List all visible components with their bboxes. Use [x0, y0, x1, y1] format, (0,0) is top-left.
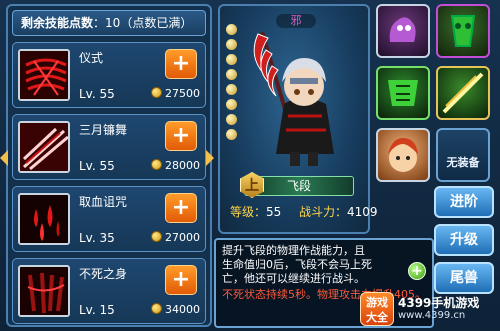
upgrade-skill-button[interactable]: + [165, 49, 197, 79]
star-icon [226, 84, 237, 95]
skill-points-label: 剩余技能点数 [21, 16, 94, 30]
skill-points-bar: 剩余技能点数：10（点数已满） [12, 10, 206, 36]
empty-equipment-label: 无装备 [446, 156, 480, 169]
coin-icon [151, 303, 162, 314]
skill-row-2[interactable]: 三月镰舞 Lv. 55 + 28000 [12, 114, 206, 180]
tooltip-plus-icon[interactable]: + [408, 262, 426, 280]
upgrade-button[interactable]: 升级 [434, 224, 494, 256]
purple-spirit-icon [389, 17, 416, 42]
equipment-slot-3[interactable] [376, 66, 430, 120]
scythe-dance-icon [18, 121, 70, 173]
power-label: 战斗力： [298, 205, 347, 219]
skill-cost: 27500 [151, 87, 200, 100]
coin-icon [151, 231, 162, 242]
skill-cost: 34000 [151, 303, 200, 316]
skill-name: 取血诅咒 [79, 195, 128, 209]
coin-icon [151, 87, 162, 98]
equipment-slot-empty[interactable]: 无装备 [436, 128, 490, 182]
advance-button[interactable]: 进阶 [434, 186, 494, 218]
skill-row-4[interactable]: 不死之身 Lv. 15 + 34000 [12, 258, 206, 324]
skill-cost: 28000 [151, 159, 200, 172]
level-value: 55 [266, 205, 282, 219]
skill-cost-value: 34000 [165, 303, 200, 316]
ritual-icon [18, 49, 70, 101]
skill-cost-value: 28000 [165, 159, 200, 172]
game-screen: 剩余技能点数：10（点数已满） 仪式 Lv. 55 + 27500 三月镰舞 L… [0, 0, 500, 331]
next-arrow-icon[interactable] [206, 150, 214, 166]
star-icon [226, 129, 237, 140]
coin-icon [151, 159, 162, 170]
star-icon [226, 54, 237, 65]
undying-body-icon [18, 265, 70, 317]
skill-cost-value: 27000 [165, 231, 200, 244]
equipment-slot-2[interactable] [436, 4, 490, 58]
equipment-slot-4[interactable] [436, 66, 490, 120]
skill-name: 仪式 [79, 51, 104, 65]
upgrade-skill-button[interactable]: + [165, 265, 197, 295]
star-icon [226, 114, 237, 125]
watermark-title: 4399手机游戏 [398, 296, 480, 310]
character-portrait [253, 31, 334, 166]
skill-points-colon: ： [93, 16, 106, 30]
star-icon [226, 24, 237, 35]
skill-points-note: （点数已满） [120, 16, 193, 30]
star-icon [226, 99, 237, 110]
skill-name: 三月镰舞 [79, 123, 128, 137]
prev-arrow-icon[interactable] [0, 150, 8, 166]
golden-blade-icon [442, 72, 484, 114]
skill-level: Lv. 15 [79, 303, 115, 317]
equipment-slot-1[interactable] [376, 4, 430, 58]
skill-row-1[interactable]: 仪式 Lv. 55 + 27500 [12, 42, 206, 108]
support-ninja-portrait-icon [388, 138, 418, 172]
watermark-logo-line2: 大全 [366, 311, 388, 324]
star-icon [226, 39, 237, 50]
watermark-logo: 游戏 大全 [360, 292, 394, 326]
star-rating [226, 24, 238, 144]
green-rune-icon [388, 80, 418, 106]
skill-row-3[interactable]: 取血诅咒 Lv. 35 + 27000 [12, 186, 206, 252]
equipment-grid: 无装备 [376, 4, 496, 184]
tooltip-description: 提升飞段的物理作战能力，且生命值归0后，飞段不会马上死亡，他还可以继续进行战斗。 [222, 244, 372, 285]
level-label: 等级： [230, 205, 267, 219]
skill-name: 不死之身 [79, 267, 128, 281]
character-stats: 等级：55 战斗力：4109 [230, 203, 378, 220]
upgrade-skill-button[interactable]: + [165, 193, 197, 223]
watermark-logo-line1: 游戏 [366, 296, 388, 309]
star-icon [226, 69, 237, 80]
skill-panel: 剩余技能点数：10（点数已满） 仪式 Lv. 55 + 27500 三月镰舞 L… [6, 4, 212, 327]
skill-level: Lv. 35 [79, 231, 115, 245]
skill-level: Lv. 55 [79, 87, 115, 101]
watermark: 游戏大全 4399手机游戏 www.4399.cn [360, 292, 498, 328]
green-totem-icon [450, 15, 476, 47]
upgrade-skill-button[interactable]: + [165, 121, 197, 151]
tailed-beast-button[interactable]: 尾兽 [434, 262, 494, 294]
power-value: 4109 [346, 205, 378, 219]
watermark-url: www.4399.cn [398, 310, 466, 321]
character-display: 邪 飞段 上 [218, 4, 370, 234]
skill-points-value: 10 [105, 16, 121, 30]
skill-cost-value: 27500 [165, 87, 200, 100]
blood-curse-icon [18, 193, 70, 245]
equipment-slot-5[interactable] [376, 128, 430, 182]
skill-cost: 27000 [151, 231, 200, 244]
character-name: 飞段 [286, 179, 311, 193]
skill-level: Lv. 55 [79, 159, 115, 173]
